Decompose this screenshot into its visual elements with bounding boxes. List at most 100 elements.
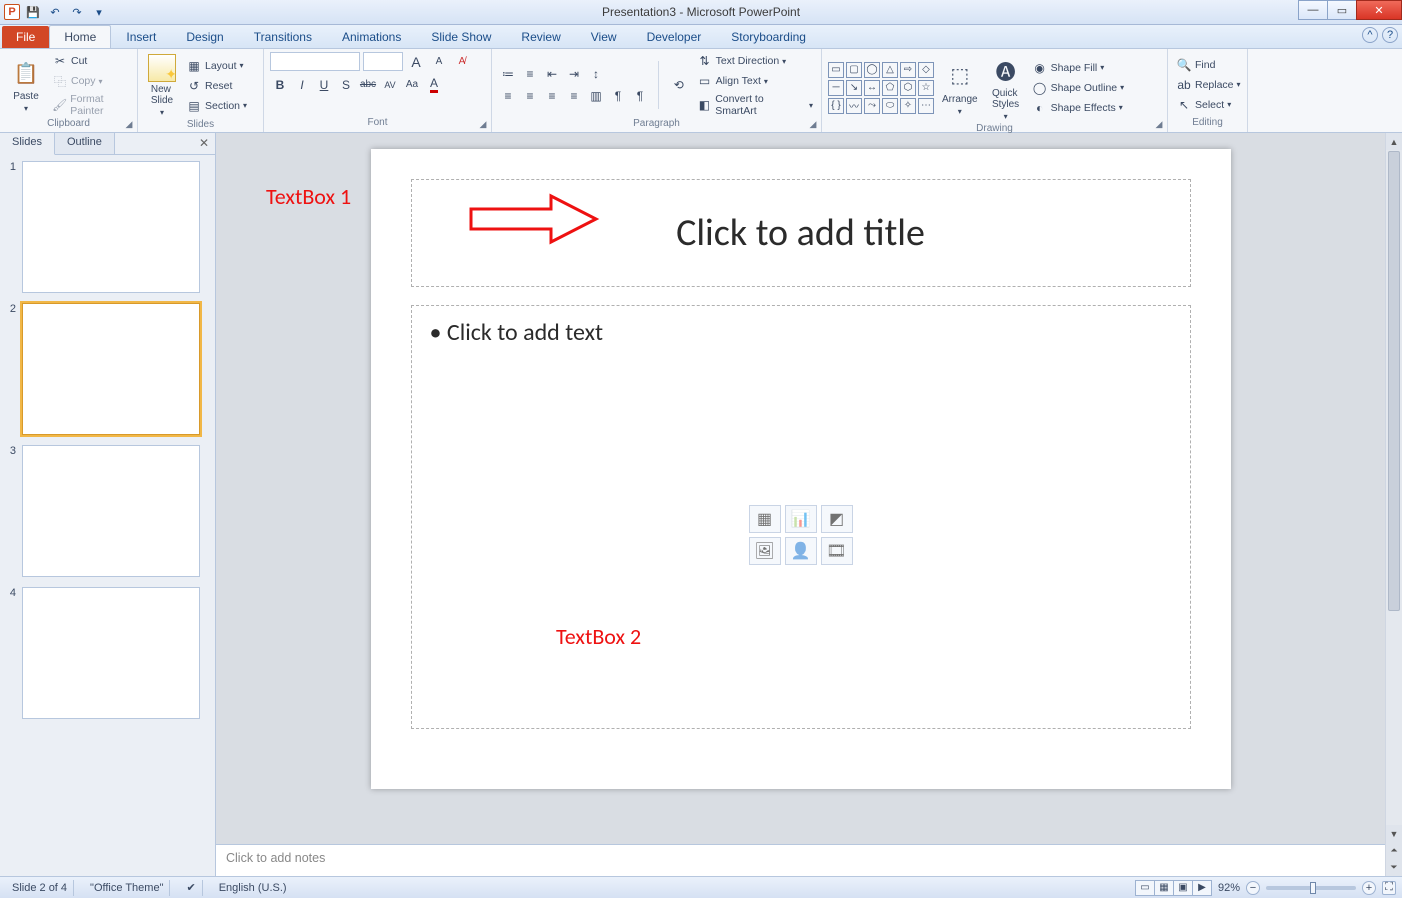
zoom-in-button[interactable]: +	[1362, 881, 1376, 895]
theme-name[interactable]: "Office Theme"	[84, 880, 170, 896]
insert-clipart-icon[interactable]: 👤	[785, 537, 817, 565]
format-painter-button[interactable]: 🖌Format Painter	[50, 92, 131, 118]
insert-picture-icon[interactable]: 🖼	[749, 537, 781, 565]
shape-outline-button[interactable]: ◯Shape Outline▾	[1030, 79, 1127, 97]
fit-window-button[interactable]: ⛶	[1382, 881, 1396, 895]
numbering-button[interactable]: ≡	[520, 65, 540, 84]
normal-view-button[interactable]: ▭	[1135, 880, 1155, 896]
char-spacing-button[interactable]: AV	[380, 75, 400, 94]
smartart-button[interactable]: ◧Convert to SmartArt▾	[695, 92, 815, 118]
tab-view[interactable]: View	[576, 25, 632, 48]
spellcheck-icon[interactable]: ✔	[180, 880, 202, 896]
align-left-button[interactable]: ≡	[498, 87, 518, 106]
zoom-out-button[interactable]: −	[1246, 881, 1260, 895]
tab-review[interactable]: Review	[506, 25, 575, 48]
slides-tab[interactable]: Slides	[0, 133, 55, 155]
insert-chart-icon[interactable]: 📊	[785, 505, 817, 533]
insert-smartart-icon[interactable]: ◩	[821, 505, 853, 533]
paragraph-dialog-launcher[interactable]: ◢	[807, 118, 819, 130]
align-right-button[interactable]: ≡	[542, 87, 562, 106]
font-size-combo[interactable]	[363, 52, 403, 71]
scroll-down-button[interactable]: ▼	[1386, 825, 1402, 842]
replace-button[interactable]: abReplace▾	[1174, 76, 1243, 94]
scroll-thumb[interactable]	[1388, 151, 1400, 611]
tab-slideshow[interactable]: Slide Show	[416, 25, 506, 48]
bullets-button[interactable]: ≔	[498, 65, 518, 84]
tab-home[interactable]: Home	[49, 25, 111, 48]
qat-customize[interactable]: ▾	[90, 3, 108, 21]
tab-design[interactable]: Design	[171, 25, 238, 48]
undo-button[interactable]: ↶	[46, 3, 64, 21]
shadow-button[interactable]: S	[336, 75, 356, 94]
clear-format-button[interactable]: A̸	[452, 52, 472, 71]
close-button[interactable]: ✕	[1356, 0, 1402, 20]
sorter-view-button[interactable]: ▦	[1154, 880, 1174, 896]
maximize-button[interactable]: ▭	[1327, 0, 1357, 20]
title-placeholder[interactable]: Click to add title	[411, 179, 1191, 287]
slideshow-view-button[interactable]: ▶	[1192, 880, 1212, 896]
redo-button[interactable]: ↷	[68, 3, 86, 21]
grow-font-button[interactable]: A	[406, 52, 426, 71]
notes-pane[interactable]: Click to add notes	[216, 844, 1385, 876]
reading-view-button[interactable]: ▣	[1173, 880, 1193, 896]
zoom-knob[interactable]	[1310, 882, 1316, 894]
justify-button[interactable]: ≡	[564, 87, 584, 106]
slide-thumbnail[interactable]	[22, 303, 200, 435]
find-button[interactable]: 🔍Find	[1174, 56, 1243, 74]
align-center-button[interactable]: ≡	[520, 87, 540, 106]
outline-tab[interactable]: Outline	[55, 133, 115, 154]
font-family-combo[interactable]	[270, 52, 360, 71]
paste-button[interactable]: 📋 Paste ▾	[6, 55, 46, 115]
tab-storyboarding[interactable]: Storyboarding	[716, 25, 821, 48]
line-spacing-button[interactable]: ↕	[586, 65, 606, 84]
vertical-scrollbar[interactable]: ▲ ▼ ⏶ ⏷	[1385, 133, 1402, 876]
cut-button[interactable]: ✂Cut	[50, 52, 131, 70]
scroll-up-button[interactable]: ▲	[1386, 133, 1402, 150]
zoom-percent[interactable]: 92%	[1218, 882, 1240, 894]
decrease-indent-button[interactable]: ⇤	[542, 65, 562, 84]
quick-styles-button[interactable]: 🅐Quick Styles▾	[986, 52, 1026, 123]
arrange-button[interactable]: ⬚Arrange▾	[938, 58, 982, 118]
bold-button[interactable]: B	[270, 75, 290, 94]
slide-position[interactable]: Slide 2 of 4	[6, 880, 74, 896]
close-panel-button[interactable]: ✕	[199, 136, 209, 150]
insert-media-icon[interactable]: 🎞	[821, 537, 853, 565]
underline-button[interactable]: U	[314, 75, 334, 94]
slide-thumbnail[interactable]	[22, 587, 200, 719]
content-placeholder[interactable]: Click to add text ▦ 📊 ◩ 🖼 👤 🎞	[411, 305, 1191, 729]
section-button[interactable]: ▤Section▾	[184, 97, 249, 115]
next-slide-button[interactable]: ⏷	[1386, 859, 1402, 876]
shrink-font-button[interactable]: A	[429, 52, 449, 71]
tab-developer[interactable]: Developer	[632, 25, 717, 48]
select-button[interactable]: ↖Select▾	[1174, 96, 1243, 114]
text-rotate-button[interactable]: ⟲	[667, 61, 691, 109]
minimize-ribbon-button[interactable]: ^	[1362, 27, 1378, 43]
ltr-button[interactable]: ¶	[608, 87, 628, 106]
layout-button[interactable]: ▦Layout▾	[184, 57, 249, 75]
canvas-scroll[interactable]: Click to add title Click to add text ▦ 📊…	[216, 133, 1385, 844]
strike-button[interactable]: abc	[358, 75, 378, 94]
minimize-button[interactable]: —	[1298, 0, 1328, 20]
font-dialog-launcher[interactable]: ◢	[477, 118, 489, 130]
increase-indent-button[interactable]: ⇥	[564, 65, 584, 84]
language[interactable]: English (U.S.)	[213, 880, 293, 896]
text-direction-button[interactable]: ⇅Text Direction▾	[695, 52, 815, 70]
font-color-button[interactable]: A	[424, 75, 444, 94]
shapes-gallery[interactable]: ▭▢◯△⇨◇ ─↘↔⬠⬡☆ { }〰⤳⬭✧⋯	[828, 62, 934, 114]
insert-table-icon[interactable]: ▦	[749, 505, 781, 533]
reset-button[interactable]: ↺Reset	[184, 77, 249, 95]
rtl-button[interactable]: ¶	[630, 87, 650, 106]
tab-insert[interactable]: Insert	[111, 25, 171, 48]
new-slide-button[interactable]: ✦ New Slide▾	[144, 52, 180, 119]
drawing-dialog-launcher[interactable]: ◢	[1153, 118, 1165, 130]
columns-button[interactable]: ▥	[586, 87, 606, 106]
align-text-button[interactable]: ▭Align Text▾	[695, 72, 815, 90]
shape-fill-button[interactable]: ◉Shape Fill▾	[1030, 59, 1127, 77]
tab-animations[interactable]: Animations	[327, 25, 416, 48]
tab-file[interactable]: File	[2, 26, 49, 48]
change-case-button[interactable]: Aa	[402, 75, 422, 94]
slide-thumbnail[interactable]	[22, 445, 200, 577]
slide-thumbnail[interactable]	[22, 161, 200, 293]
clipboard-dialog-launcher[interactable]: ◢	[123, 118, 135, 130]
save-button[interactable]: 💾	[24, 3, 42, 21]
